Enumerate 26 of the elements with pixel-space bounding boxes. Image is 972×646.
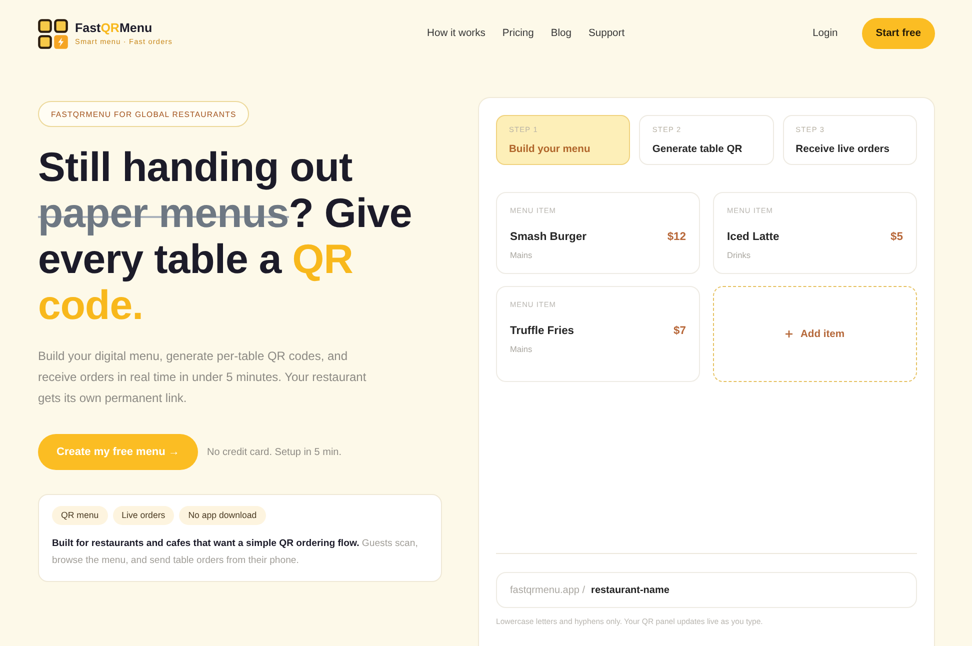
item-name: Truffle Fries xyxy=(510,325,574,337)
info-text: Built for restaurants and cafes that want a simple QR ordering flow. Guests scan, browse the menu, and send table orders from their phone. xyxy=(52,537,419,568)
login-link[interactable]: Login xyxy=(812,28,838,39)
item-price: $5 xyxy=(890,231,903,243)
item-price: $12 xyxy=(667,231,686,243)
feature-tag: Live orders xyxy=(112,506,174,525)
start-free-button[interactable]: Start free xyxy=(862,18,935,49)
item-category: Mains xyxy=(510,249,534,261)
logo-icon xyxy=(38,18,68,48)
cta-note: No credit card. Setup in 5 min. xyxy=(207,446,342,458)
add-item-button[interactable]: Add item xyxy=(713,286,917,382)
hero-description: Build your digital menu, generate per-table QR codes, and receive orders in real time in under 5 minutes. Your restaurant gets its own permanent link. xyxy=(38,348,368,407)
item-category: Drinks xyxy=(727,249,752,261)
nav-link[interactable]: How it works xyxy=(427,28,486,39)
nav-link[interactable]: Pricing xyxy=(502,28,534,39)
plus-icon xyxy=(785,330,794,338)
item-name: Iced Latte xyxy=(727,231,780,243)
feature-tag: No app download xyxy=(179,506,266,525)
feature-tag: QR menu xyxy=(52,506,108,525)
nav-link[interactable]: Support xyxy=(588,28,625,39)
item-category: Mains xyxy=(510,343,534,355)
item-price: $7 xyxy=(674,325,686,337)
url-field[interactable]: fastqrmenu.app / restaurant-name xyxy=(496,572,917,608)
item-name: Smash Burger xyxy=(510,231,586,243)
nav-link[interactable]: Blog xyxy=(550,28,572,39)
brand-name: FastQRMenu xyxy=(75,21,154,35)
